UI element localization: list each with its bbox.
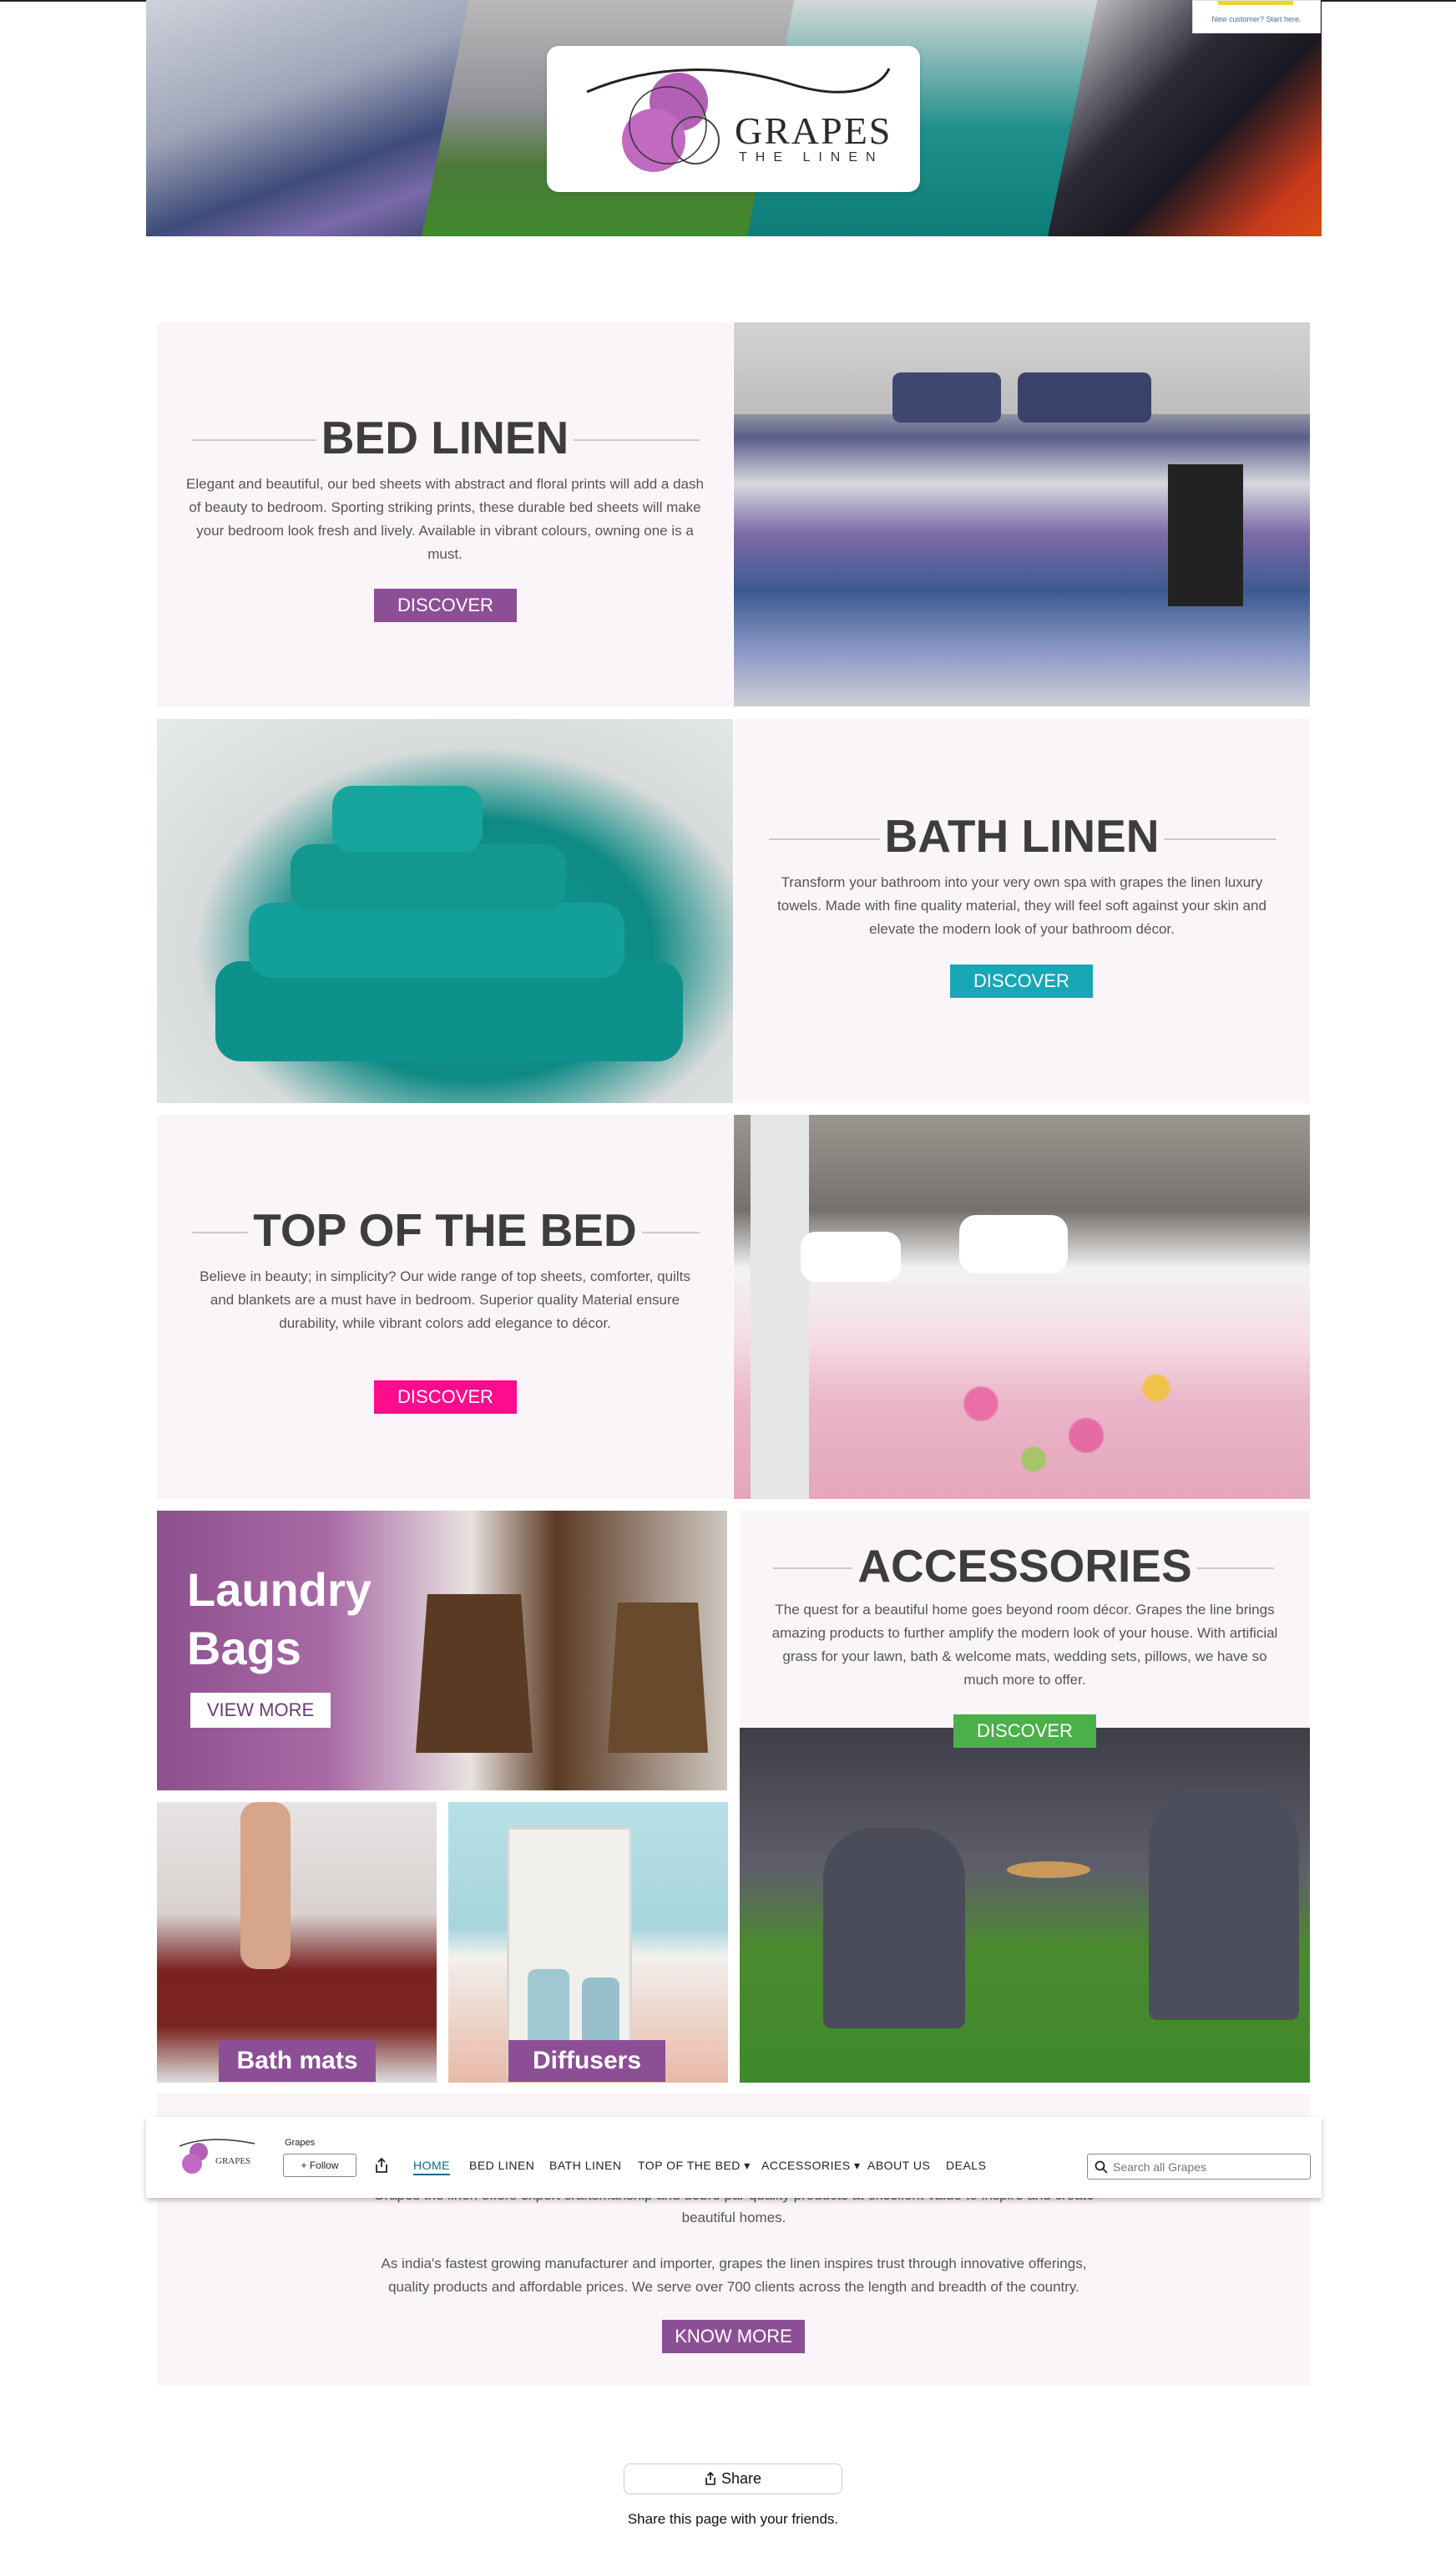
- search-icon: [1095, 2160, 1108, 2174]
- brand-logo: GRAPES THE LINEN: [547, 46, 920, 192]
- nav-home[interactable]: HOME: [413, 2159, 450, 2175]
- store-navigation-bar: GRAPES Grapes + Follow HOME BED LINEN BA…: [146, 2117, 1322, 2198]
- hero-banner: GRAPES THE LINEN: [146, 0, 1322, 236]
- bed-linen-panel: BED LINEN Elegant and beautiful, our bed…: [157, 322, 733, 706]
- nav-bed-linen[interactable]: BED LINEN: [469, 2159, 534, 2172]
- laundry-title-line2: Bags: [187, 1622, 301, 1674]
- brand-tagline: THE LINEN: [739, 150, 884, 165]
- bed-linen-image[interactable]: [734, 322, 1310, 706]
- view-more-button[interactable]: VIEW MORE: [190, 1693, 331, 1728]
- nav-bath-linen[interactable]: BATH LINEN: [549, 2159, 621, 2172]
- bath-linen-discover-button[interactable]: DISCOVER: [950, 965, 1093, 998]
- about-paragraph-2-line2: quality products and affordable prices. …: [388, 2279, 1079, 2295]
- store-logo-icon[interactable]: GRAPES: [175, 2134, 259, 2180]
- nav-deals[interactable]: DEALS: [946, 2159, 986, 2172]
- top-of-bed-discover-button[interactable]: DISCOVER: [374, 1380, 517, 1414]
- top-of-bed-panel: TOP OF THE BED Believe in beauty; in sim…: [157, 1115, 733, 1499]
- nightstand: [1168, 464, 1243, 606]
- know-more-button[interactable]: KNOW MORE: [662, 2320, 805, 2353]
- accessories-panel: ACCESSORIES The quest for a beautiful ho…: [740, 1511, 1310, 1728]
- bed-linen-description: Elegant and beautiful, our bed sheets wi…: [186, 476, 704, 562]
- bed-linen-discover-button[interactable]: DISCOVER: [374, 589, 517, 622]
- store-name[interactable]: Grapes: [285, 2138, 315, 2148]
- bath-linen-panel: BATH LINEN Transform your bathroom into …: [734, 719, 1310, 1103]
- share-icon: [705, 2471, 715, 2485]
- accessories-description: The quest for a beautiful home goes beyo…: [771, 1602, 1278, 1688]
- accessories-discover-button[interactable]: DISCOVER: [953, 1714, 1096, 1748]
- about-paragraph-1-end: beautiful homes.: [681, 2210, 786, 2225]
- nav-top-of-the-bed[interactable]: TOP OF THE BED ▾: [638, 2159, 751, 2173]
- top-of-bed-title: TOP OF THE BED: [248, 1203, 642, 1257]
- top-of-bed-description: Believe in beauty; in simplicity? Our wi…: [200, 1268, 690, 1331]
- follow-button[interactable]: + Follow: [283, 2154, 356, 2177]
- search-field[interactable]: [1087, 2154, 1311, 2180]
- accessories-image[interactable]: [740, 1728, 1310, 2083]
- nav-about-us[interactable]: ABOUT US: [867, 2159, 930, 2172]
- diffusers-tile[interactable]: Diffusers: [448, 1802, 728, 2083]
- new-customer-link[interactable]: New customer? Start here.: [1192, 0, 1321, 33]
- bath-mats-tile[interactable]: Bath mats: [157, 1802, 437, 2083]
- bath-linen-title: BATH LINEN: [879, 809, 1165, 863]
- share-button[interactable]: Share: [624, 2463, 842, 2494]
- search-input[interactable]: [1113, 2158, 1305, 2176]
- bath-linen-image[interactable]: [157, 719, 733, 1103]
- share-note: Share this page with your friends.: [627, 2511, 839, 2527]
- diffusers-label: Diffusers: [508, 2040, 665, 2082]
- svg-text:GRAPES: GRAPES: [215, 2156, 250, 2166]
- nav-accessories[interactable]: ACCESSORIES ▾: [761, 2159, 861, 2173]
- share-label: Share: [720, 2470, 762, 2487]
- laundry-bags-tile[interactable]: Laundry Bags VIEW MORE: [157, 1511, 727, 1790]
- bed-linen-title: BED LINEN: [316, 411, 574, 464]
- laundry-title-line1: Laundry: [187, 1563, 372, 1616]
- brand-name: GRAPES: [735, 109, 892, 152]
- bath-linen-description: Transform your bathroom into your very o…: [777, 874, 1266, 937]
- share-icon[interactable]: [374, 2157, 389, 2174]
- bath-mats-label: Bath mats: [219, 2040, 376, 2082]
- about-paragraph-2-line1: As india's fastest growing manufacturer …: [381, 2256, 1087, 2271]
- accessories-title: ACCESSORIES: [852, 1539, 1197, 1592]
- top-of-bed-image[interactable]: [734, 1115, 1310, 1499]
